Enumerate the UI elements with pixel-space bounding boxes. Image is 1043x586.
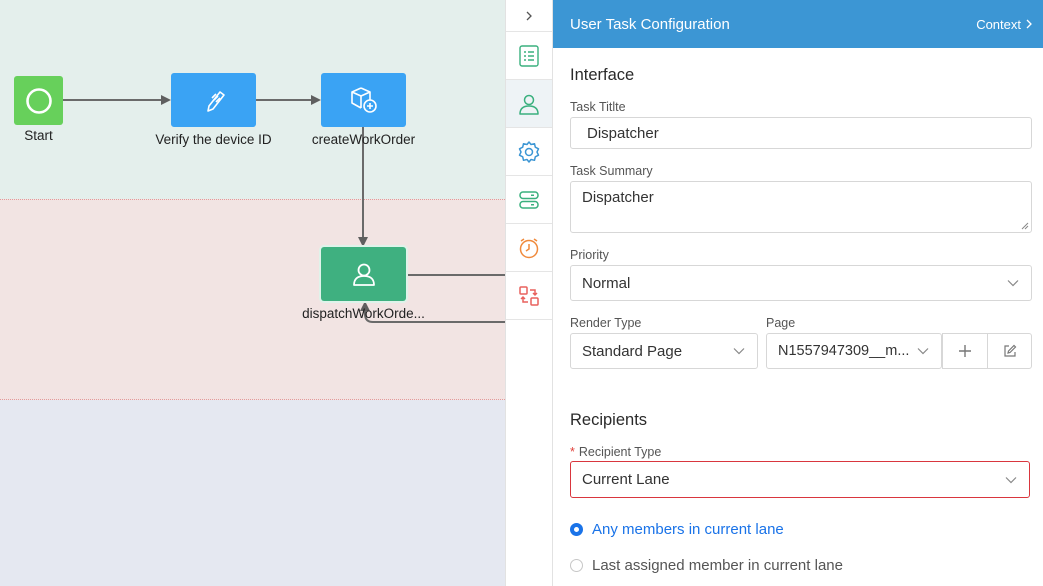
task-summary-textarea[interactable]: Dispatcher <box>570 181 1032 233</box>
radio-last-assigned-label: Last assigned member in current lane <box>592 557 843 574</box>
panel-title: User Task Configuration <box>570 15 730 33</box>
chevron-down-icon <box>733 348 745 355</box>
required-mark: * <box>570 445 575 459</box>
chevron-right-icon <box>526 11 532 20</box>
radio-last-assigned[interactable]: Last assigned member in current lane <box>570 557 843 574</box>
priority-label: Priority <box>570 248 609 262</box>
swap-icon <box>519 285 539 306</box>
panel-header: User Task Configuration Context <box>553 0 1043 48</box>
radio-unselected-icon[interactable] <box>570 559 583 572</box>
task-summary-label: Task Summary <box>570 164 653 178</box>
circle-icon <box>25 87 52 114</box>
render-type-label: Render Type <box>570 316 642 330</box>
panel-icon-toolbar <box>505 0 553 586</box>
tab-user-assignment[interactable] <box>506 80 552 128</box>
tab-transfer[interactable] <box>506 272 552 320</box>
recipient-type-label-text: Recipient Type <box>578 445 662 459</box>
dispatch-work-order-node[interactable] <box>321 247 406 301</box>
tab-settings[interactable] <box>506 128 552 176</box>
chevron-down-icon <box>917 348 929 355</box>
tab-interface-list[interactable] <box>506 32 552 80</box>
clock-icon <box>519 237 539 258</box>
interface-section-title: Interface <box>570 66 635 84</box>
recipient-type-label: * Recipient Type <box>570 445 661 459</box>
start-node-label: Start <box>24 128 53 143</box>
page-label: Page <box>766 316 796 330</box>
priority-value: Normal <box>582 274 631 292</box>
task-title-input[interactable]: Dispatcher <box>570 117 1032 149</box>
add-page-button[interactable] <box>942 333 988 369</box>
task-title-label: Task Titlte <box>570 100 626 114</box>
edit-page-button[interactable] <box>987 333 1032 369</box>
chevron-right-icon <box>1026 19 1032 29</box>
radio-selected-icon[interactable] <box>570 523 583 536</box>
recipient-type-value: Current Lane <box>582 471 670 488</box>
dispatch-node-label: dispatchWorkOrde... <box>302 306 425 321</box>
edit-icon <box>1003 344 1016 357</box>
user-icon <box>352 263 375 286</box>
task-summary-value: Dispatcher <box>582 189 654 206</box>
plus-icon <box>959 345 971 357</box>
list-icon <box>519 44 539 67</box>
gear-icon <box>518 140 540 163</box>
process-canvas[interactable]: Start Verify the device ID createWorkOrd… <box>0 0 505 586</box>
priority-select[interactable]: Normal <box>570 265 1032 301</box>
recipient-type-select[interactable]: Current Lane <box>570 461 1030 498</box>
server-icon <box>519 190 539 209</box>
verify-device-task-node[interactable] <box>171 73 256 127</box>
radio-any-member[interactable]: Any members in current lane <box>570 521 784 538</box>
task-title-value: Dispatcher <box>587 124 659 142</box>
user-icon <box>519 94 539 115</box>
verify-node-label: Verify the device ID <box>155 132 272 147</box>
render-type-value: Standard Page <box>582 342 683 360</box>
pen-icon <box>206 91 225 112</box>
package-plus-icon <box>350 87 377 113</box>
resize-handle-icon[interactable] <box>1021 222 1029 230</box>
radio-any-member-label: Any members in current lane <box>592 521 784 538</box>
context-label: Context <box>976 16 1021 32</box>
page-value: N1557947309__m... <box>778 343 910 359</box>
create-work-order-node[interactable] <box>321 73 406 127</box>
chevron-down-icon <box>1005 476 1017 483</box>
start-event-node[interactable] <box>14 76 63 125</box>
page-select[interactable]: N1557947309__m... <box>766 333 942 369</box>
user-task-config-panel: User Task Configuration Context Interfac… <box>553 0 1043 586</box>
collapse-panel-button[interactable] <box>506 0 552 32</box>
create-node-label: createWorkOrder <box>311 132 416 147</box>
chevron-down-icon <box>1007 280 1019 287</box>
recipients-section-title: Recipients <box>570 411 648 429</box>
context-link[interactable]: Context <box>976 17 1033 32</box>
render-type-select[interactable]: Standard Page <box>570 333 758 369</box>
tab-data-storage[interactable] <box>506 176 552 224</box>
tab-timer[interactable] <box>506 224 552 272</box>
